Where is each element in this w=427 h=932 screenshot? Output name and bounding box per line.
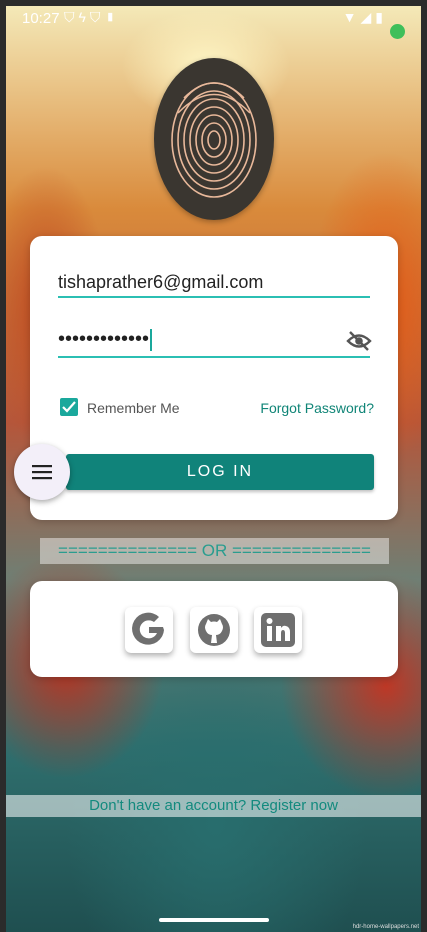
- watermark-text: hdr-home-wallpapers.net: [352, 924, 419, 930]
- register-link[interactable]: Don't have an account? Register now: [6, 795, 421, 817]
- text-cursor: [150, 328, 153, 351]
- fingerprint-icon[interactable]: [154, 58, 274, 220]
- app-screen: 10:27 ⛉ϟ⛉▮ ▼◢▮ tishaprather6@gmail.com •…: [6, 6, 421, 932]
- login-button[interactable]: LOG IN: [66, 454, 374, 490]
- github-login-button[interactable]: [190, 607, 238, 653]
- signal-icon: ◢: [360, 9, 376, 25]
- bolt-icon: ϟ: [78, 9, 90, 25]
- menu-fab-button[interactable]: [14, 444, 70, 500]
- linkedin-icon: [261, 613, 295, 647]
- battery-icon: ▮: [375, 9, 387, 25]
- home-indicator[interactable]: [159, 918, 269, 922]
- linkedin-login-button[interactable]: [254, 607, 302, 653]
- google-login-button[interactable]: [125, 607, 173, 653]
- google-icon: [132, 612, 164, 645]
- shield-icon: ⛉: [89, 9, 105, 25]
- shield-icon: ⛉: [64, 9, 79, 25]
- password-value: •••••••••••••: [58, 328, 153, 351]
- github-icon: [198, 614, 230, 646]
- privacy-indicator-dot: [390, 24, 405, 39]
- remember-me-label: Remember Me: [87, 400, 180, 416]
- login-card: tishaprather6@gmail.com ••••••••••••• Re…: [30, 236, 398, 520]
- status-left-icons: ⛉ϟ⛉▮: [64, 9, 120, 26]
- forgot-password-link[interactable]: Forgot Password?: [260, 400, 374, 416]
- status-bar: 10:27 ⛉ϟ⛉▮ ▼◢▮: [6, 6, 421, 39]
- visibility-off-icon[interactable]: [346, 330, 372, 357]
- or-divider: ============== OR ==============: [40, 538, 389, 564]
- checkbox-checked-icon[interactable]: [60, 398, 78, 416]
- menu-icon: [32, 465, 52, 480]
- password-field[interactable]: •••••••••••••: [58, 328, 372, 358]
- sd-card-icon: ▮: [104, 9, 120, 25]
- wifi-icon: ▼: [342, 9, 361, 25]
- email-value: tishaprather6@gmail.com: [58, 272, 264, 292]
- email-field[interactable]: tishaprather6@gmail.com: [58, 272, 370, 298]
- status-right-icons: ▼◢▮: [343, 9, 387, 26]
- status-time: 10:27: [22, 10, 60, 27]
- social-login-card: [30, 581, 398, 677]
